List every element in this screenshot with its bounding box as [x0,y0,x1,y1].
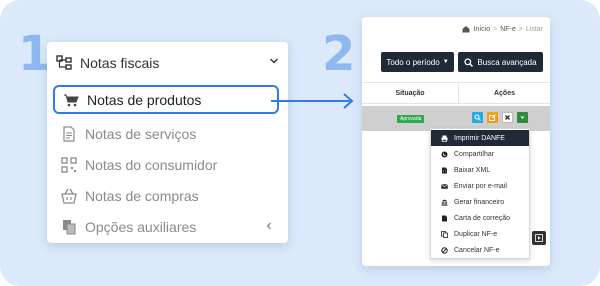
menu-item-label: Imprimir DANFE [454,134,505,142]
print-icon [441,135,448,142]
delete-button[interactable] [502,112,513,123]
menu-item-label: Duplicar NF-e [454,230,498,238]
menu-item-label: Enviar por e-mail [454,182,507,190]
breadcrumb-item-listar: Listar [525,25,543,33]
copy-icon [63,219,76,234]
more-actions-button[interactable] [517,112,528,123]
breadcrumb-item-inicio[interactable]: Início [473,26,490,33]
close-icon [505,115,510,120]
document-icon [63,125,75,142]
edit-button[interactable] [487,112,498,123]
caret-down-icon [520,116,525,119]
cart-icon [64,94,79,106]
sidebar-item-label: Notas de compras [85,187,199,204]
menu-item-carta-de-correcao[interactable]: Carta de correção [431,210,529,226]
sidebar-item-label: Notas de produtos [87,91,202,108]
arrow-right-icon [271,93,354,109]
status-badge: Aprovada [397,115,425,123]
menu-item-imprimir-danfe[interactable]: Imprimir DANFE [431,130,529,146]
play-icon [535,234,543,242]
sidebar-item-label: Notas do consumidor [85,156,218,173]
edit-icon [489,114,496,121]
search-icon [474,114,481,121]
envelope-icon [441,183,448,189]
period-filter-label: Todo o período [386,57,440,67]
video-play-button[interactable] [532,231,546,245]
menu-item-cancelar-nfe[interactable]: Cancelar NF-e [431,242,529,258]
bank-icon [441,199,448,206]
menu-item-label: Cancelar NF-e [454,246,500,254]
whatsapp-icon [441,151,448,157]
view-button[interactable] [472,112,483,123]
search-icon [464,57,474,67]
table-header: Situação Ações [362,82,550,104]
sidebar-item-notas-de-servicos[interactable]: Notas de serviços [53,119,279,148]
chevron-down-icon [270,58,278,64]
home-icon [462,26,470,33]
sidebar-item-opcoes-auxiliares[interactable]: Opções auxiliares [53,212,279,241]
sidebar-item-notas-de-produtos[interactable]: Notas de produtos [53,85,279,114]
menu-item-label: Carta de correção [454,214,511,222]
menu-item-baixar-xml[interactable]: Baixar XML [431,162,529,178]
sidebar-item-label: Opções auxiliares [85,218,197,235]
sidebar-item-notas-de-compras[interactable]: Notas de compras [53,181,279,210]
code-file-icon [442,167,447,173]
sidebar-group-header[interactable]: Notas fiscais [47,42,288,84]
ban-icon [441,246,448,254]
sidebar-group-title: Notas fiscais [80,55,160,71]
breadcrumb-separator: > [518,25,523,33]
actions-dropdown-menu: Imprimir DANFE Compartilhar Baixar XML E… [430,128,530,259]
menu-item-compartilhar[interactable]: Compartilhar [431,146,529,162]
menu-item-label: Gerar financeiro [454,198,505,206]
chevron-left-icon [266,222,271,230]
sidebar-item-notas-do-consumidor[interactable]: Notas do consumidor [53,150,279,179]
period-filter-button[interactable]: Todo o período ▼ [381,52,454,72]
qrcode-icon [61,156,77,173]
sidebar-item-label: Notas de serviços [85,125,197,142]
breadcrumb-separator: > [493,25,498,33]
menu-item-enviar-por-email[interactable]: Enviar por e-mail [431,178,529,194]
menu-item-duplicar-nfe[interactable]: Duplicar NF-e [431,226,529,242]
column-header-situacao[interactable]: Situação [362,83,459,103]
sitemap-icon [56,55,72,70]
menu-item-label: Baixar XML [454,166,491,174]
column-header-acoes: Ações [493,89,515,97]
file-icon [442,215,447,221]
nfe-list-window: Início > NF-e > Listar Todo o período ▼ … [362,17,550,266]
menu-item-label: Compartilhar [454,150,495,158]
advanced-search-button[interactable]: Busca avançada [458,52,543,72]
sidebar-menu: Notas fiscais Notas de produtos Notas de… [47,42,288,243]
basket-icon [61,188,77,204]
menu-item-gerar-financeiro[interactable]: Gerar financeiro [431,194,529,210]
duplicate-icon [441,230,448,238]
advanced-search-label: Busca avançada [477,57,537,67]
breadcrumb: Início > NF-e > Listar [462,25,543,33]
caret-down-icon: ▼ [442,59,449,65]
breadcrumb-item-nfe[interactable]: NF-e [500,26,516,33]
step-number-two: 2 [322,26,356,82]
